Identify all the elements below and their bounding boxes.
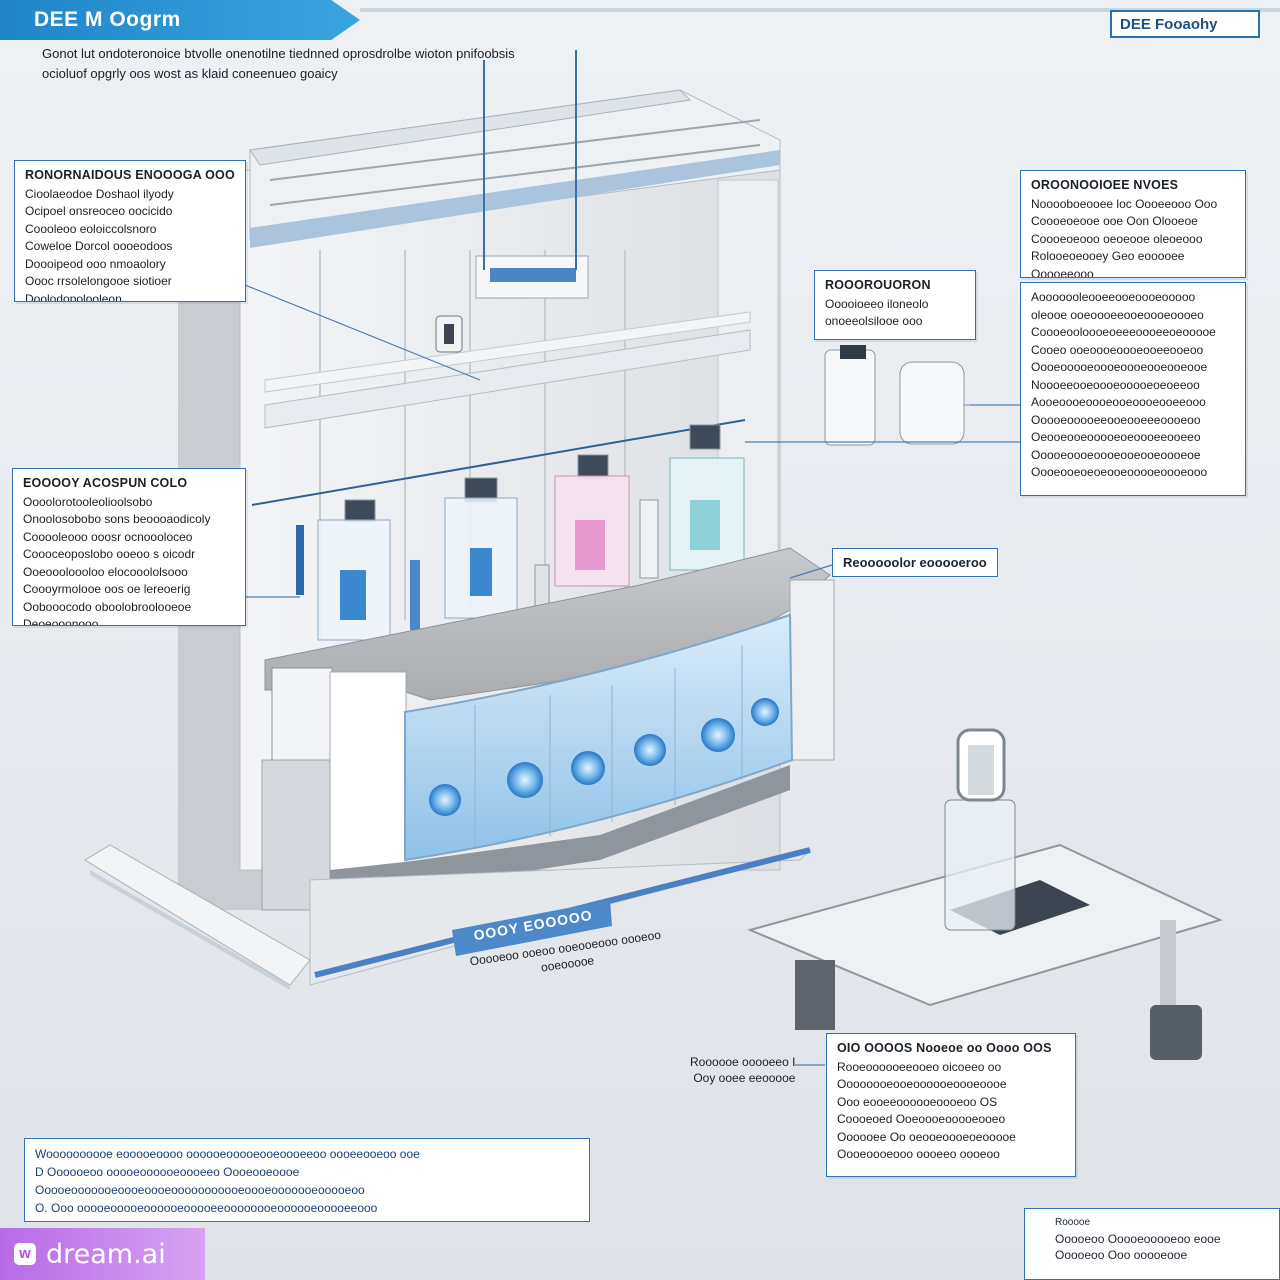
callout-line: Rolooeoeooey Geo eooooee	[1031, 249, 1185, 263]
callout-line: Doolodopolooleon	[25, 291, 122, 302]
callout-line: Oooolorotooleolioolsobo	[23, 494, 153, 509]
callout-line: Oeooeooeooooeoeoooeeooeeo	[1031, 430, 1201, 444]
canister-units	[824, 345, 1020, 446]
note-line: Woooooooooe eooooeoooo oooooeooooeooeooo…	[35, 1147, 420, 1161]
callout-line: Oooooooeooeoooooeoooeoooe	[837, 1077, 1007, 1091]
callout-heading: RONORNAIDOUS ENOOOGA OOO	[25, 168, 235, 182]
callout-heading: EOOOOY ACOSPUN COLO	[23, 476, 188, 490]
note-line: O. Ooo ooooeooooeoooooeooooeeoooooooeooo…	[35, 1201, 378, 1215]
note-line: D Oooooeoo ooooeoooooeoooeeo Oooeooeoooe	[35, 1165, 300, 1179]
callout-line: Cooeo ooeoooeoooeooeeooeoo	[1031, 342, 1204, 357]
callout-line: Oooeooeoeoeooeooooeoooeooo	[1031, 465, 1208, 479]
watermark: w dream.ai	[0, 1228, 205, 1280]
bottom-note: Woooooooooe eooooeoooo oooooeooooeooeooo…	[24, 1138, 590, 1222]
watermark-logo-icon: w	[14, 1243, 36, 1265]
watermark-text: dream.ai	[46, 1238, 166, 1270]
callout-right-label: Reooooolor eooooeroo	[832, 548, 998, 577]
callout-line: Aooeoooeoooeooeoooeooeeooo	[1031, 395, 1206, 409]
callout-line: Deoeooonooo	[23, 617, 99, 626]
callout-line: Oooc rrsolelongooe siotioer	[25, 274, 172, 288]
callout-line: Ooooioeeo iloneolo	[825, 296, 929, 311]
callout-line: Coooeoeooo oeoeooe oleoeooo	[1031, 231, 1203, 246]
callout-heading: OIO OOOOS Nooeoe oo Oooo OOS	[837, 1041, 1052, 1055]
callout-line: Ooo eooeeoooooeoooeoo OS	[837, 1094, 998, 1109]
callout-heading: OROONOOIOEE NVOES	[1031, 178, 1179, 192]
callout-heading: ROOOROUORON	[825, 278, 931, 292]
callout-line: Coooceoposlobo ooeoo s oicodr	[23, 547, 196, 561]
callout-line: Noooeeooeoooeooooeoeoeeoo	[1031, 377, 1200, 392]
callout-line: Ooooeoooeoooeooeooeoooeoe	[1031, 447, 1201, 462]
callout-line: Nooooboeooee loc Oooeeooo Ooo	[1031, 196, 1218, 211]
callout-line: onoeeolsilooe ooo	[825, 314, 923, 328]
callout-bottom-right: OIO OOOOS Nooeoe oo Oooo OOS Rooeoooooee…	[826, 1033, 1076, 1177]
side-label-line: Ooy ooee eeooooe	[693, 1071, 796, 1085]
callout-line: Oobooocodo oboolobroolooeoe	[23, 599, 192, 614]
callout-line: Cooooleooo ooosr ocnoooloceo	[23, 529, 193, 544]
side-label-line: Roooooe ooooeeo I	[690, 1055, 796, 1069]
callout-line: Coooyrmolooe oos oe lereoerig	[23, 582, 191, 596]
callout-line: Ooeoooloooloo elocooololsooo	[23, 564, 188, 579]
callout-line: Ooooeeooo	[1031, 266, 1094, 278]
callout-top-left: RONORNAIDOUS ENOOOGA OOO Cioolaeodoe Dos…	[14, 160, 246, 302]
callout-line: Aooooooleooeeooeoooeooooo	[1031, 290, 1196, 304]
callout-line: Coooeoeooe ooe Oon Olooeoe	[1031, 214, 1198, 228]
sink-fixture	[746, 728, 1223, 1060]
callout-line: Coweloe Dorcol oooeodoos	[25, 239, 173, 253]
callout-line: Rooeoooooeeooeo oicoeeo oo	[837, 1059, 1002, 1074]
box-line: Ooooeoo Ooo ooooeooe	[1055, 1248, 1188, 1262]
callout-line: Ooooeooooeeooeooeeeoooeoo	[1031, 412, 1201, 427]
callout-top-right: OROONOOIOEE NVOES Nooooboeooee loc Oooee…	[1020, 170, 1246, 278]
callout-line: Ocipoel onsreoceo oocicido	[25, 204, 173, 218]
callout-line: Oooeooooeoooeoooeooeooeooe	[1031, 360, 1208, 374]
callout-line: Onoolosobobo sons beoooaodicoly	[23, 512, 211, 526]
callout-line: Coooeooloooeoeeeoooeeoeooooe	[1031, 325, 1216, 339]
box-line: Ooooeoo Ooooeooooeoo eooe	[1055, 1232, 1221, 1246]
callout-right-big: Aooooooleooeeooeoooeooooo oleooe ooeoooe…	[1020, 282, 1246, 496]
callout-line: Cioolaeodoe Doshaol ilyody	[25, 186, 174, 201]
callout-line: Coooleoo eoloiccolsnoro	[25, 221, 157, 236]
callout-line: Coooeoed Ooeoooeooooeooeo	[837, 1112, 1006, 1126]
callout-mid-small: ROOOROUORON Ooooioeeo iloneolo onoeeolsi…	[814, 270, 976, 340]
box-heading: Rooooe	[1055, 1217, 1091, 1228]
callout-mid-left: EOOOOY ACOSPUN COLO Oooolorotooleoliools…	[12, 468, 246, 626]
callout-bottom-right-side: Roooooe ooooeeo I Ooy ooee eeooooe	[690, 1054, 795, 1086]
callout-line: Doooipeod ooo nmoaolory	[25, 256, 166, 271]
callout-line: Oooooee Oo oeooeoooeoeooooe	[837, 1129, 1016, 1144]
bottom-right-box: Rooooe Ooooeoo Ooooeooooeoo eooe Ooooeoo…	[1024, 1208, 1280, 1280]
note-line: Ooooeooooooeoooeoooeooooooooooeoooeooooo…	[35, 1183, 365, 1197]
callout-line: Oooeoooeooo oooeeo oooeoo	[837, 1147, 1000, 1161]
callout-line: oleooe ooeoooeeooeoooeoooeo	[1031, 307, 1204, 322]
